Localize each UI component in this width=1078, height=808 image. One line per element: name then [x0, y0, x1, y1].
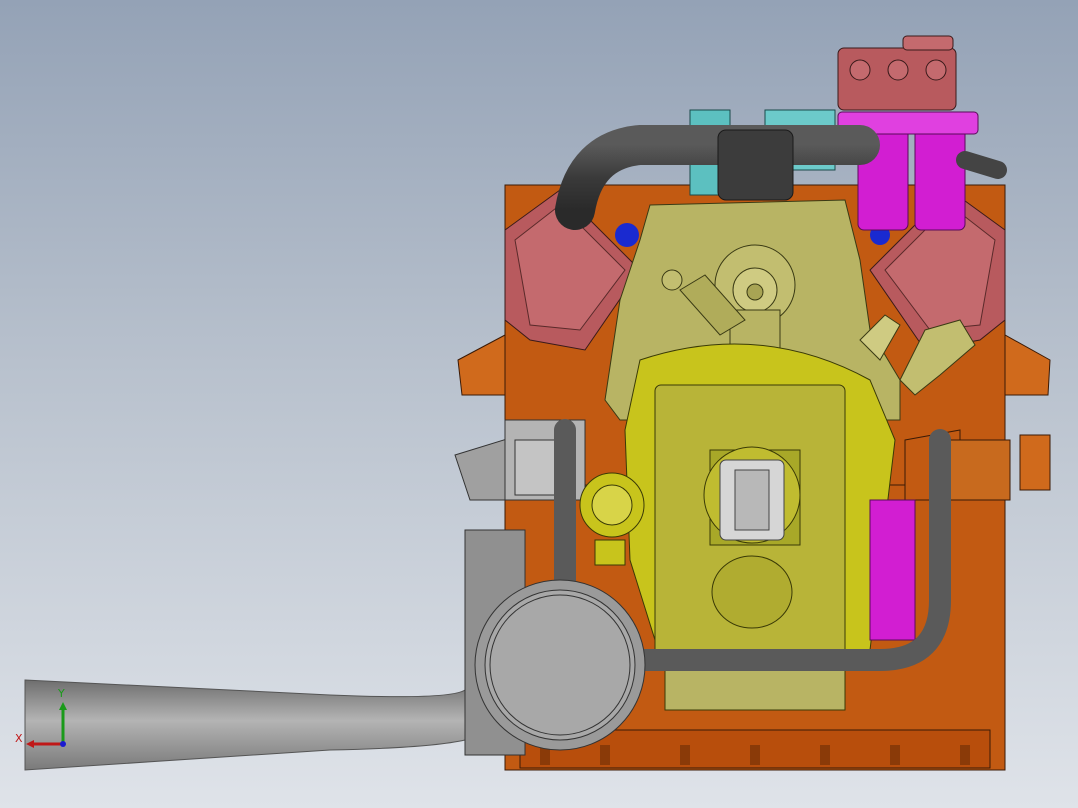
x-axis-head — [26, 740, 34, 748]
y-axis-head — [59, 702, 67, 710]
x-axis-label: X — [15, 732, 23, 745]
z-axis-dot — [60, 741, 66, 747]
axis-triad — [26, 702, 67, 748]
engine-model[interactable] — [0, 0, 1078, 808]
cad-viewport[interactable]: Y X — [0, 0, 1078, 808]
y-axis-label: Y — [58, 687, 65, 700]
